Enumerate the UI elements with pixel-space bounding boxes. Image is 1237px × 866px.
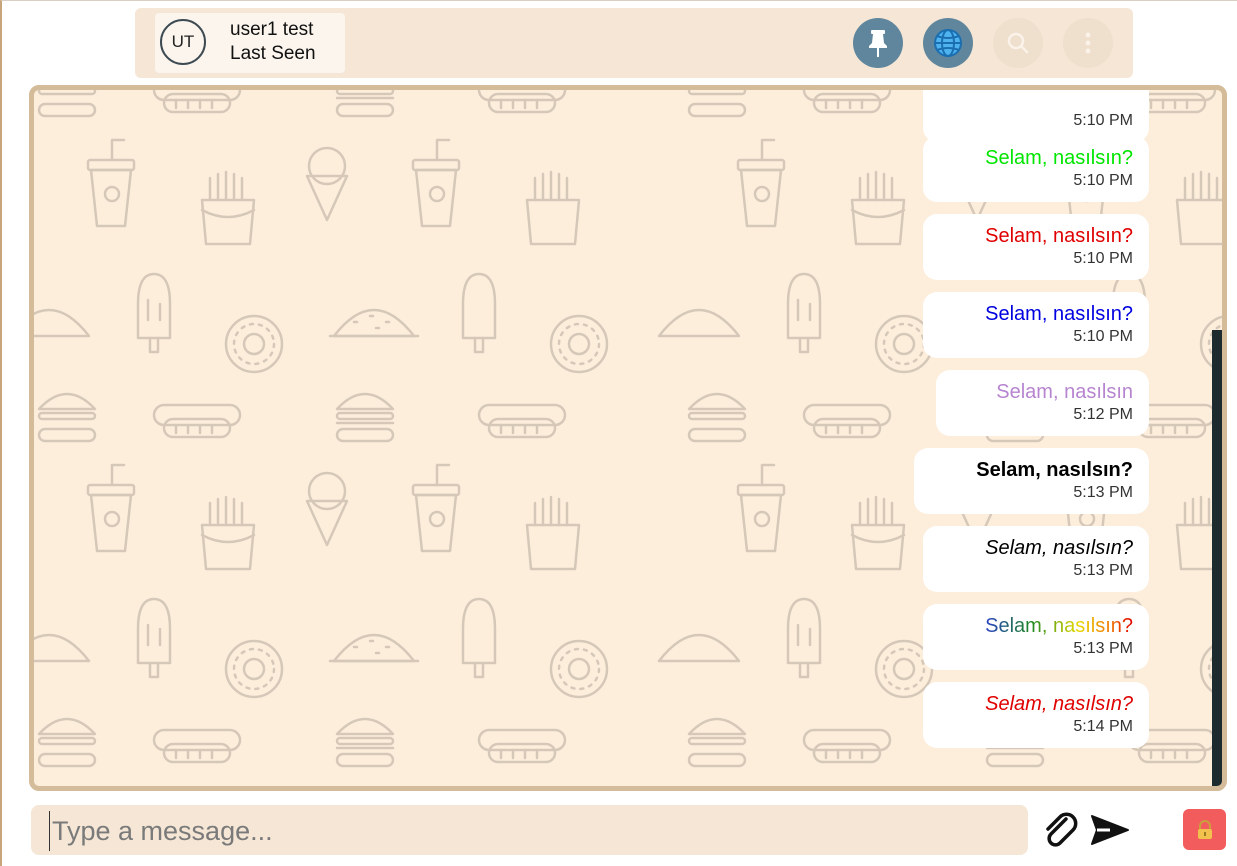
pin-button[interactable] bbox=[853, 18, 903, 68]
scrollbar-thumb[interactable] bbox=[1212, 330, 1222, 786]
message-text: Selam, nasılsın? bbox=[985, 147, 1133, 169]
message-bubble[interactable]: Selam, nasılsın? 5:14 PM bbox=[923, 682, 1149, 748]
paperclip-icon bbox=[1046, 812, 1078, 847]
message-time: 5:10 PM bbox=[1073, 328, 1133, 345]
user-name: user1 test bbox=[230, 19, 314, 40]
search-button[interactable] bbox=[993, 18, 1043, 68]
message-bubble[interactable]: Selam, nasılsın? 5:13 PM bbox=[923, 604, 1149, 670]
more-button[interactable] bbox=[1063, 18, 1113, 68]
message-time: 5:13 PM bbox=[1073, 484, 1133, 501]
lock-button[interactable] bbox=[1183, 809, 1226, 850]
message-text: Selam, nasılsın? bbox=[985, 693, 1133, 715]
message-bubble[interactable]: Selam, nasılsın? 5:13 PM bbox=[914, 448, 1149, 514]
avatar: UT bbox=[160, 19, 206, 65]
message-time: 5:10 PM bbox=[1073, 250, 1133, 267]
globe-button[interactable] bbox=[923, 18, 973, 68]
message-text: Selam, nasılsın bbox=[996, 381, 1133, 403]
attach-button[interactable] bbox=[1042, 811, 1080, 851]
send-icon bbox=[1091, 815, 1129, 845]
message-input[interactable] bbox=[49, 811, 1014, 851]
message-bubble[interactable]: Selam, nasılsın? 5:10 PM bbox=[923, 136, 1149, 202]
more-vertical-icon bbox=[1085, 32, 1091, 54]
message-composer bbox=[31, 805, 1028, 855]
message-bubble[interactable]: 5:10 PM bbox=[923, 90, 1149, 142]
globe-icon bbox=[934, 29, 962, 57]
chat-header: UT user1 test Last Seen bbox=[135, 8, 1133, 78]
search-icon bbox=[1007, 32, 1029, 54]
message-time: 5:13 PM bbox=[1073, 562, 1133, 579]
message-text: Selam, nasılsın? bbox=[985, 303, 1133, 325]
pin-icon bbox=[869, 30, 887, 57]
message-bubble[interactable]: Selam, nasılsın? 5:10 PM bbox=[923, 292, 1149, 358]
user-status: Last Seen bbox=[230, 43, 316, 64]
chat-scrollbar[interactable] bbox=[1212, 90, 1222, 786]
message-time: 5:12 PM bbox=[1073, 406, 1133, 423]
message-text: Selam, nasılsın? bbox=[976, 459, 1133, 481]
message-bubble[interactable]: Selam, nasılsın? 5:13 PM bbox=[923, 526, 1149, 592]
message-bubble[interactable]: Selam, nasılsın? 5:10 PM bbox=[923, 214, 1149, 280]
message-time: 5:13 PM bbox=[1073, 640, 1133, 657]
message-text bbox=[939, 90, 1133, 110]
message-text: Selam, nasılsın? bbox=[985, 225, 1133, 247]
chat-window[interactable]: 5:10 PM Selam, nasılsın? 5:10 PM Selam, … bbox=[29, 85, 1227, 791]
message-bubble[interactable]: Selam, nasılsın 5:12 PM bbox=[936, 370, 1149, 436]
message-time: 5:14 PM bbox=[1073, 718, 1133, 735]
user-card[interactable]: UT user1 test Last Seen bbox=[155, 13, 345, 73]
message-text: Selam, nasılsın? bbox=[985, 537, 1133, 559]
message-text-rainbow: Selam, nasılsın? bbox=[939, 614, 1133, 638]
send-button[interactable] bbox=[1090, 813, 1130, 847]
message-time: 5:10 PM bbox=[1073, 172, 1133, 189]
lock-icon bbox=[1197, 819, 1212, 839]
message-time: 5:10 PM bbox=[1073, 112, 1133, 129]
